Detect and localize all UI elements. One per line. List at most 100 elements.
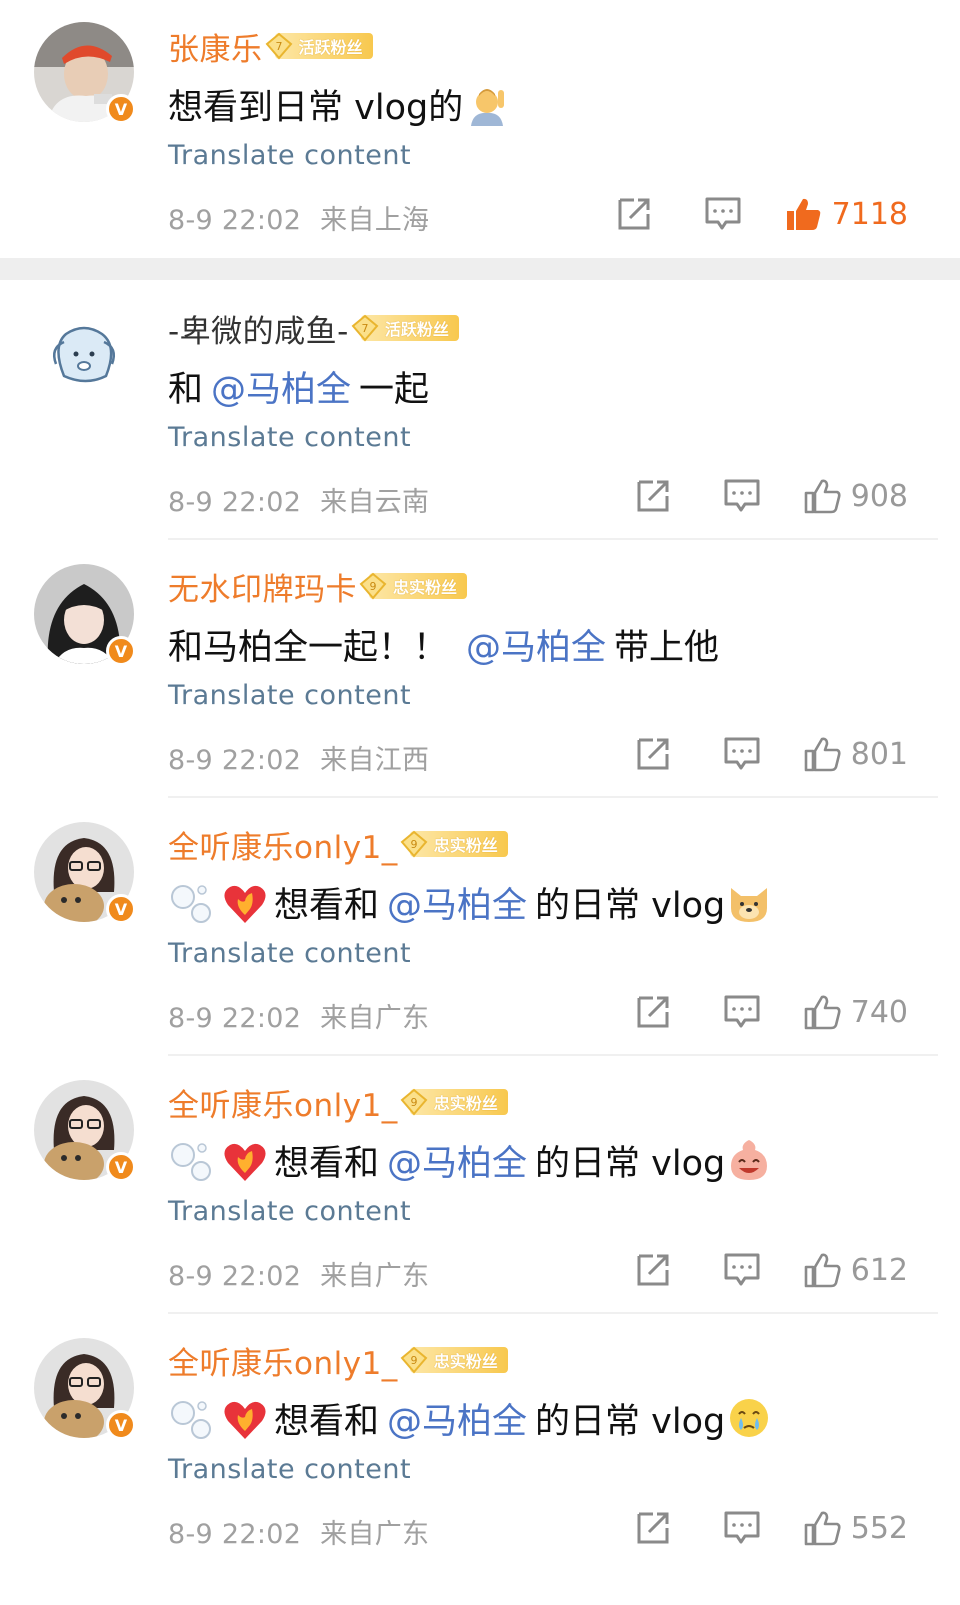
mention-link[interactable]: @马柏全	[387, 1135, 527, 1186]
location: 来自云南	[320, 487, 430, 518]
comment-card: -卑微的咸鱼- 7 活跃粉丝 和 @马柏全 一起 Translate conte…	[0, 280, 960, 538]
comment-bubble-icon[interactable]	[723, 1252, 761, 1288]
action-bar: 740	[635, 994, 908, 1030]
share-arrow-icon[interactable]	[635, 1252, 673, 1288]
bubbles-emoji-icon	[171, 1143, 211, 1181]
verified-v-icon: V	[106, 636, 136, 666]
bubbles-emoji-icon	[171, 1401, 211, 1439]
verified-v-icon: V	[106, 94, 136, 124]
fan-badge[interactable]: 7 活跃粉丝	[351, 314, 459, 342]
diamond-level-icon: 9	[400, 830, 428, 858]
fan-badge[interactable]: 9 忠实粉丝	[359, 572, 468, 600]
comment-text-tail: 的日常 vlog	[535, 1143, 726, 1184]
mention-link[interactable]: @马柏全	[387, 877, 527, 928]
heart-on-fire-emoji-icon	[224, 1143, 266, 1181]
mention-link[interactable]: @马柏全	[387, 1393, 527, 1444]
username[interactable]: 无水印牌玛卡	[168, 564, 357, 609]
translate-link[interactable]: Translate content	[168, 1196, 411, 1227]
translate-link[interactable]: Translate content	[168, 938, 411, 969]
username[interactable]: 张康乐	[168, 24, 263, 69]
share-arrow-icon[interactable]	[635, 1510, 673, 1546]
fan-level-number: 9	[410, 838, 417, 851]
fan-level-number: 9	[370, 580, 377, 593]
comment-meta: 8-9 22:02 来自广东	[168, 1254, 429, 1293]
comment-meta: 8-9 22:02 来自江西	[168, 738, 429, 777]
fan-level-number: 7	[275, 40, 282, 53]
location: 来自广东	[320, 1519, 430, 1550]
fan-badge-label: 忠实粉丝	[393, 578, 458, 597]
like-button[interactable]: 612	[803, 1252, 908, 1288]
like-button[interactable]: 740	[803, 994, 908, 1030]
timestamp: 8-9 22:02	[168, 1003, 302, 1034]
fan-badge[interactable]: 9 忠实粉丝	[400, 830, 508, 858]
avatar[interactable]	[34, 306, 134, 406]
username[interactable]: 全听康乐only1_	[168, 1080, 398, 1125]
mention-link[interactable]: @马柏全	[211, 361, 351, 412]
username[interactable]: 全听康乐only1_	[168, 822, 398, 867]
comment-bubble-icon[interactable]	[723, 994, 761, 1030]
share-arrow-icon[interactable]	[635, 994, 673, 1030]
fan-level-number: 9	[410, 1096, 417, 1109]
location: 来自广东	[320, 1003, 430, 1034]
comment-text-tail: 的日常 vlog	[535, 885, 726, 926]
comment-text: 和马柏全一起！！ @马柏全 带上他	[168, 618, 719, 670]
person-raising-hand-emoji-icon	[471, 89, 505, 126]
comment-header: 全听康乐only1_ 9 忠实粉丝	[168, 1080, 508, 1124]
comment-text-tail: 带上他	[614, 627, 720, 668]
comment-text-body: 想看和	[274, 885, 380, 926]
like-button[interactable]: 801	[803, 736, 908, 772]
comment-bubble-icon[interactable]	[723, 736, 761, 772]
timestamp: 8-9 22:02	[168, 1519, 302, 1550]
action-bar: 7118	[616, 196, 908, 232]
translate-link[interactable]: Translate content	[168, 680, 411, 711]
location: 来自广东	[320, 1261, 430, 1292]
username[interactable]: 全听康乐only1_	[168, 1338, 398, 1383]
comment-text: 想看和 @马柏全 的日常 vlog	[168, 876, 771, 928]
action-bar: 908	[635, 478, 908, 514]
fan-badge-label: 忠实粉丝	[433, 1094, 498, 1113]
translate-link[interactable]: Translate content	[168, 140, 411, 171]
comment-header: 无水印牌玛卡 9 忠实粉丝	[168, 564, 468, 609]
comment-bubble-icon[interactable]	[723, 1510, 761, 1546]
share-arrow-icon[interactable]	[635, 478, 673, 514]
share-arrow-icon[interactable]	[635, 736, 673, 772]
comment-header: -卑微的咸鱼- 7 活跃粉丝	[168, 306, 459, 350]
like-button[interactable]: 552	[803, 1510, 908, 1546]
comment-meta: 8-9 22:02 来自广东	[168, 1512, 429, 1551]
comment-bubble-icon[interactable]	[723, 478, 761, 514]
fan-badge[interactable]: 9 忠实粉丝	[400, 1088, 508, 1116]
comment-header: 全听康乐only1_ 9 忠实粉丝	[168, 822, 508, 866]
diamond-level-icon: 7	[265, 32, 293, 60]
avatar[interactable]: V	[34, 1338, 136, 1440]
share-arrow-icon[interactable]	[616, 196, 654, 232]
avatar[interactable]: V	[34, 22, 136, 124]
like-button[interactable]: 7118	[784, 196, 908, 232]
action-bar: 552	[635, 1510, 908, 1546]
translate-link[interactable]: Translate content	[168, 422, 411, 453]
fan-badge[interactable]: 9 忠实粉丝	[400, 1346, 508, 1374]
avatar[interactable]: V	[34, 564, 136, 666]
avatar[interactable]: V	[34, 1080, 136, 1182]
avatar[interactable]: V	[34, 822, 136, 924]
comment-header: 张康乐 7 活跃粉丝	[168, 24, 373, 68]
comment-card: V 无水印牌玛卡 9 忠实粉丝 和马柏全一起！！ @马柏全 带上他 Transl…	[0, 540, 960, 796]
fan-badge-label: 活跃粉丝	[384, 320, 449, 339]
thumbs-up-icon	[804, 995, 841, 1030]
section-divider	[0, 258, 960, 280]
comment-bubble-icon[interactable]	[704, 196, 742, 232]
like-count: 612	[850, 1252, 908, 1288]
comment-text-body: 想看和	[274, 1143, 380, 1184]
translate-link[interactable]: Translate content	[168, 1454, 411, 1485]
like-count: 7118	[831, 196, 908, 232]
comment-meta: 8-9 22:02 来自上海	[168, 198, 429, 237]
fan-badge-label: 活跃粉丝	[298, 38, 363, 57]
comment-text-body: 想看和	[274, 1401, 380, 1442]
mention-link[interactable]: @马柏全	[466, 619, 606, 670]
fan-badge[interactable]: 7 活跃粉丝	[265, 32, 373, 60]
like-button[interactable]: 908	[803, 478, 908, 514]
comment-text-body: 和马柏全一起！！	[168, 627, 449, 668]
action-bar: 612	[635, 1252, 908, 1288]
crying-face-emoji-icon	[730, 1399, 769, 1437]
timestamp: 8-9 22:02	[168, 487, 302, 518]
username[interactable]: -卑微的咸鱼-	[168, 306, 349, 351]
